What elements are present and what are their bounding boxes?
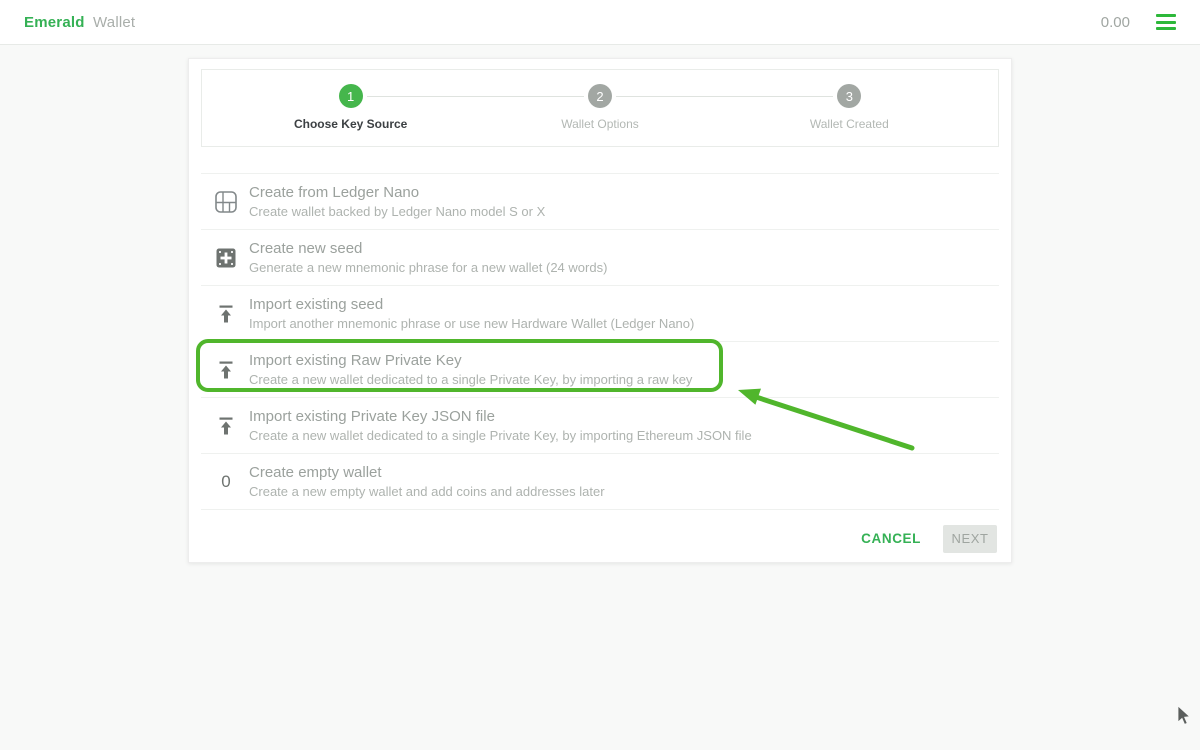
brand-primary: Emerald: [24, 14, 85, 31]
option-import-existing-seed[interactable]: Import existing seed Import another mnem…: [201, 286, 999, 342]
zero-icon: 0: [215, 472, 237, 492]
app-header: Emerald Wallet 0.00: [0, 0, 1200, 45]
option-subtitle: Import another mnemonic phrase or use ne…: [249, 315, 694, 332]
step-wallet-created: 3 Wallet Created: [725, 84, 974, 131]
step-2-circle: 2: [588, 84, 612, 108]
step-connector: [616, 96, 725, 97]
option-create-from-ledger[interactable]: Create from Ledger Nano Create wallet ba…: [201, 174, 999, 230]
option-subtitle: Generate a new mnemonic phrase for a new…: [249, 259, 607, 276]
stepper: 1 Choose Key Source 2 Wallet Options 3: [201, 69, 999, 147]
total-balance: 0.00: [1101, 14, 1130, 31]
app-brand: Emerald Wallet: [24, 14, 135, 31]
step-choose-key-source: 1 Choose Key Source: [226, 84, 475, 131]
import-upload-icon: [215, 416, 237, 436]
step-connector: [725, 96, 834, 97]
cancel-button[interactable]: CANCEL: [853, 525, 929, 552]
step-1-label: Choose Key Source: [294, 117, 407, 131]
import-upload-icon: [215, 360, 237, 380]
step-3-label: Wallet Created: [810, 117, 889, 131]
option-subtitle: Create wallet backed by Ledger Nano mode…: [249, 203, 545, 220]
option-import-private-key-json[interactable]: Import existing Private Key JSON file Cr…: [201, 398, 999, 454]
mouse-cursor-icon: [1178, 706, 1190, 724]
card-actions: CANCEL NEXT: [189, 510, 1011, 567]
brand-secondary: Wallet: [93, 14, 135, 31]
key-source-options-list: Create from Ledger Nano Create wallet ba…: [201, 173, 999, 510]
hamburger-menu-icon[interactable]: [1156, 14, 1176, 30]
option-create-empty-wallet[interactable]: 0 Create empty wallet Create a new empty…: [201, 454, 999, 510]
option-title: Create from Ledger Nano: [249, 183, 545, 202]
option-create-new-seed[interactable]: Create new seed Generate a new mnemonic …: [201, 230, 999, 286]
step-2-label: Wallet Options: [561, 117, 639, 131]
create-wallet-card: 1 Choose Key Source 2 Wallet Options 3: [188, 58, 1012, 563]
option-title: Import existing Private Key JSON file: [249, 407, 752, 426]
step-connector: [475, 96, 584, 97]
option-title: Create new seed: [249, 239, 607, 258]
option-title: Create empty wallet: [249, 463, 605, 482]
ledger-device-icon: [215, 191, 237, 213]
option-title: Import existing Raw Private Key: [249, 351, 692, 370]
option-subtitle: Create a new wallet dedicated to a singl…: [249, 427, 752, 444]
option-import-raw-private-key[interactable]: Import existing Raw Private Key Create a…: [201, 342, 999, 398]
option-subtitle: Create a new empty wallet and add coins …: [249, 483, 605, 500]
next-button[interactable]: NEXT: [943, 525, 997, 553]
option-title: Import existing seed: [249, 295, 694, 314]
option-subtitle: Create a new wallet dedicated to a singl…: [249, 371, 692, 388]
new-seed-icon: [215, 248, 237, 268]
import-upload-icon: [215, 304, 237, 324]
step-1-circle: 1: [339, 84, 363, 108]
step-3-circle: 3: [837, 84, 861, 108]
step-connector: [367, 96, 476, 97]
step-wallet-options: 2 Wallet Options: [475, 84, 724, 131]
